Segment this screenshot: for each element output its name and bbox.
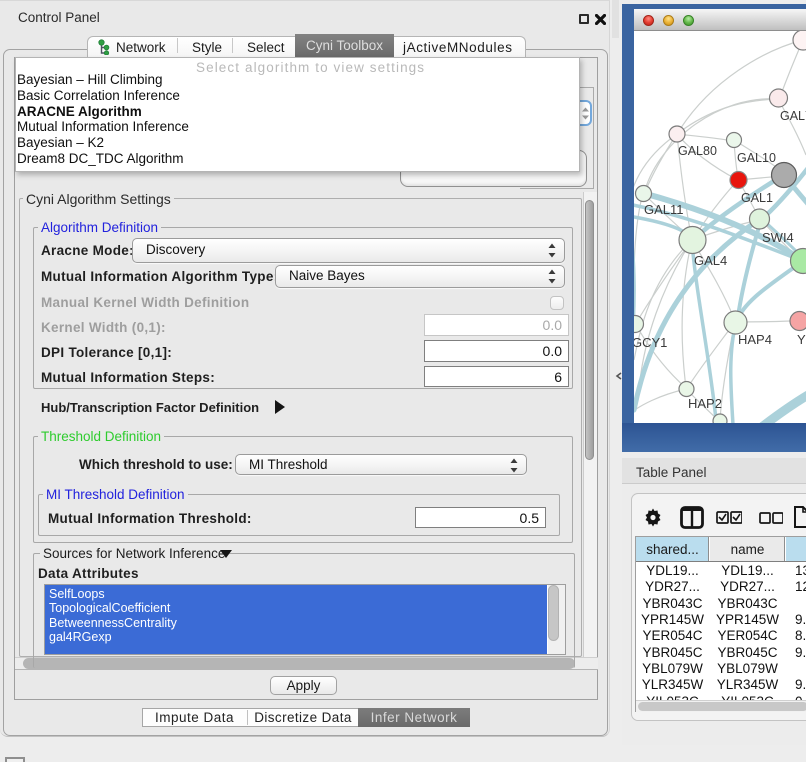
svg-text:SWI4: SWI4 [762,230,794,245]
svg-text:Y: Y [797,332,806,347]
svg-text:HAP4: HAP4 [738,332,772,347]
svg-text:GAL7: GAL7 [780,109,806,123]
svg-text:GAL4: GAL4 [694,253,727,268]
svg-text:GAL10: GAL10 [737,151,776,165]
svg-text:HAP2: HAP2 [688,396,722,411]
svg-text:GCY1: GCY1 [634,335,667,350]
svg-text:GAL1: GAL1 [741,191,773,205]
svg-text:GAL11: GAL11 [644,202,684,217]
svg-text:GAL80: GAL80 [678,144,717,158]
